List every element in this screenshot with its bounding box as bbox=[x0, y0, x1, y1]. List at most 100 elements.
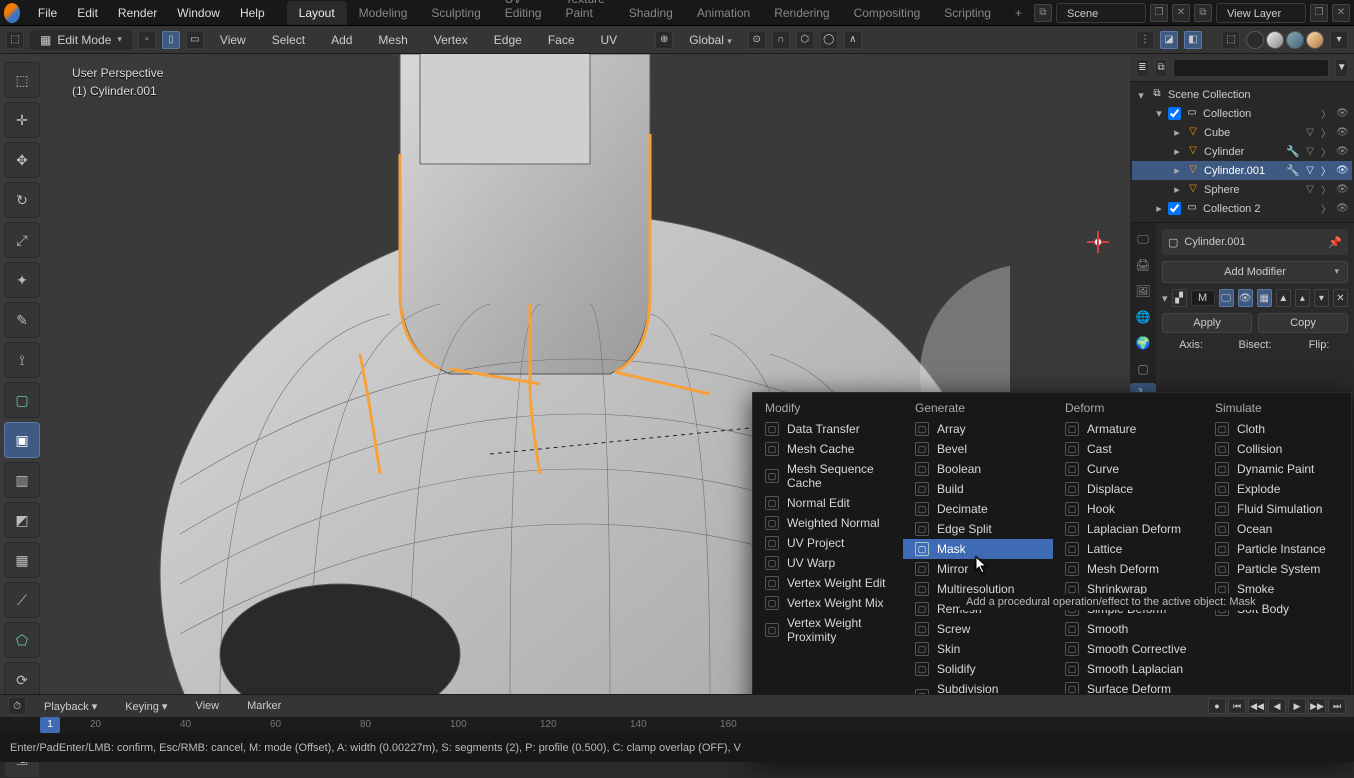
copy-button[interactable]: Copy bbox=[1258, 313, 1348, 333]
workspace-tab-uv-editing[interactable]: UV Editing bbox=[493, 0, 554, 25]
modifier-data-transfer[interactable]: ▢Data Transfer bbox=[753, 419, 903, 439]
view-menu[interactable]: View bbox=[210, 29, 256, 51]
mod-show-render[interactable]: 🖵 bbox=[1219, 289, 1234, 307]
browse-scene-icon[interactable]: ⧉ bbox=[1034, 4, 1052, 22]
editor-type-icon[interactable]: ⬚ bbox=[6, 31, 24, 49]
timeline-cursor[interactable]: 1 bbox=[40, 717, 60, 733]
tool-annotate[interactable]: ✎ bbox=[4, 302, 40, 338]
timeline-type-icon[interactable]: ⏱ bbox=[8, 697, 26, 715]
ptab-output[interactable]: 🖨 bbox=[1130, 253, 1156, 277]
workspace-tab-rendering[interactable]: Rendering bbox=[762, 1, 841, 25]
modifier-mesh-sequence-cache[interactable]: ▢Mesh Sequence Cache bbox=[753, 459, 903, 493]
pivot-icon[interactable]: ⊙ bbox=[748, 31, 766, 49]
modifier-fluid-simulation[interactable]: ▢Fluid Simulation bbox=[1203, 499, 1353, 519]
viewlayer-field[interactable]: View Layer bbox=[1216, 3, 1306, 23]
mesh-menu[interactable]: Mesh bbox=[368, 29, 417, 51]
menu-edit[interactable]: Edit bbox=[67, 2, 108, 24]
timeline-ruler[interactable]: 1 20406080100120140160 bbox=[0, 717, 1354, 735]
edge-menu[interactable]: Edge bbox=[484, 29, 532, 51]
mod-show-edit[interactable]: ▦ bbox=[1257, 289, 1272, 307]
ptab-render[interactable]: 🖵 bbox=[1130, 227, 1156, 251]
orientation-dd[interactable]: Global ▾ bbox=[679, 29, 742, 51]
mod-move-up[interactable]: ▴ bbox=[1295, 289, 1310, 307]
mod-move-down[interactable]: ▾ bbox=[1314, 289, 1329, 307]
menu-render[interactable]: Render bbox=[108, 2, 167, 24]
modifier-mesh-deform[interactable]: ▢Mesh Deform bbox=[1053, 559, 1203, 579]
outliner-filter-icon[interactable]: ▼ bbox=[1335, 59, 1348, 77]
modifier-laplacian-deform[interactable]: ▢Laplacian Deform bbox=[1053, 519, 1203, 539]
tool-transform[interactable]: ✦ bbox=[4, 262, 40, 298]
outliner-collection-2[interactable]: ▸▭Collection 2〉👁 bbox=[1132, 199, 1352, 218]
tool-knife[interactable]: ⟋ bbox=[4, 582, 40, 618]
mod-show-cage[interactable]: ▲ bbox=[1276, 289, 1291, 307]
modifier-screw[interactable]: ▢Screw bbox=[903, 619, 1053, 639]
modifier-boolean[interactable]: ▢Boolean bbox=[903, 459, 1053, 479]
face-select-icon[interactable]: ▭ bbox=[186, 31, 204, 49]
modifier-explode[interactable]: ▢Explode bbox=[1203, 479, 1353, 499]
workspace-tab-modeling[interactable]: Modeling bbox=[347, 1, 420, 25]
new-layer-icon[interactable]: ❐ bbox=[1310, 4, 1328, 22]
modifier-decimate[interactable]: ▢Decimate bbox=[903, 499, 1053, 519]
workspace-tab-compositing[interactable]: Compositing bbox=[842, 1, 933, 25]
modifier-cast[interactable]: ▢Cast bbox=[1053, 439, 1203, 459]
add-menu[interactable]: Add bbox=[321, 29, 362, 51]
matprev-mode[interactable] bbox=[1286, 31, 1304, 49]
modifier-edge-split[interactable]: ▢Edge Split bbox=[903, 519, 1053, 539]
modifier-smooth-corrective[interactable]: ▢Smooth Corrective bbox=[1053, 639, 1203, 659]
modifier-mask[interactable]: ▢Mask bbox=[903, 539, 1053, 559]
select-menu[interactable]: Select bbox=[262, 29, 315, 51]
wireframe-mode[interactable] bbox=[1246, 31, 1264, 49]
modifier-bevel[interactable]: ▢Bevel bbox=[903, 439, 1053, 459]
proportional-type-icon[interactable]: ∧ bbox=[844, 31, 862, 49]
expand-icon[interactable]: ▾ bbox=[1162, 292, 1168, 305]
modifier-mirror[interactable]: ▢Mirror bbox=[903, 559, 1053, 579]
modifier-weighted-normal[interactable]: ▢Weighted Normal bbox=[753, 513, 903, 533]
workspace-tab-layout[interactable]: Layout bbox=[287, 1, 347, 25]
xray-icon[interactable]: ◧ bbox=[1184, 31, 1202, 49]
tool-add-cube[interactable]: ▢ bbox=[4, 382, 40, 418]
play[interactable]: ▶ bbox=[1288, 698, 1306, 714]
outliner-item-cylinder-001[interactable]: ▸▽Cylinder.001🔧▽〉👁 bbox=[1132, 161, 1352, 180]
menu-window[interactable]: Window bbox=[167, 2, 230, 24]
modifier-normal-edit[interactable]: ▢Normal Edit bbox=[753, 493, 903, 513]
keying-menu[interactable]: Keying ▾ bbox=[115, 696, 177, 717]
play-rev[interactable]: ◀ bbox=[1268, 698, 1286, 714]
tool-loopcut[interactable]: ▦ bbox=[4, 542, 40, 578]
add-workspace[interactable]: + bbox=[1003, 1, 1034, 25]
modifier-vertex-weight-edit[interactable]: ▢Vertex Weight Edit bbox=[753, 573, 903, 593]
modifier-name-field[interactable]: M bbox=[1191, 290, 1215, 306]
mod-delete[interactable]: ✕ bbox=[1333, 289, 1348, 307]
modifier-uv-project[interactable]: ▢UV Project bbox=[753, 533, 903, 553]
overlays-icon[interactable]: ◪ bbox=[1160, 31, 1178, 49]
modifier-hook[interactable]: ▢Hook bbox=[1053, 499, 1203, 519]
snap-type-icon[interactable]: ⬡ bbox=[796, 31, 814, 49]
tool-select-box[interactable]: ⬚ bbox=[4, 62, 40, 98]
modifier-particle-instance[interactable]: ▢Particle Instance bbox=[1203, 539, 1353, 559]
solid-mode[interactable] bbox=[1266, 31, 1284, 49]
modifier-mesh-cache[interactable]: ▢Mesh Cache bbox=[753, 439, 903, 459]
workspace-tab-texture-paint[interactable]: Texture Paint bbox=[553, 0, 616, 25]
outliner-type-icon[interactable]: ≣ bbox=[1136, 59, 1149, 77]
workspace-tab-shading[interactable]: Shading bbox=[617, 1, 685, 25]
modifier-uv-warp[interactable]: ▢UV Warp bbox=[753, 553, 903, 573]
modifier-curve[interactable]: ▢Curve bbox=[1053, 459, 1203, 479]
show-gizmo-icon[interactable]: ⬚ bbox=[1222, 31, 1240, 49]
apply-button[interactable]: Apply bbox=[1162, 313, 1252, 333]
jump-start[interactable]: ⏮ bbox=[1228, 698, 1246, 714]
outliner-search[interactable] bbox=[1173, 59, 1329, 77]
modifier-build[interactable]: ▢Build bbox=[903, 479, 1053, 499]
modifier-lattice[interactable]: ▢Lattice bbox=[1053, 539, 1203, 559]
ptab-viewlayer[interactable]: 🖼 bbox=[1130, 279, 1156, 303]
menu-file[interactable]: File bbox=[28, 2, 67, 24]
modifier-particle-system[interactable]: ▢Particle System bbox=[1203, 559, 1353, 579]
tool-inset[interactable]: ▥ bbox=[4, 462, 40, 498]
tool-extrude[interactable]: ▣ bbox=[4, 422, 40, 458]
modifier-cloth[interactable]: ▢Cloth bbox=[1203, 419, 1353, 439]
snap-icon[interactable]: ∩ bbox=[772, 31, 790, 49]
menu-help[interactable]: Help bbox=[230, 2, 275, 24]
outliner-item-sphere[interactable]: ▸▽Sphere▽〉👁 bbox=[1132, 180, 1352, 199]
shading-options-icon[interactable]: ▾ bbox=[1330, 31, 1348, 49]
ptab-object[interactable]: ▢ bbox=[1130, 357, 1156, 381]
keyframe-prev[interactable]: ◀◀ bbox=[1248, 698, 1266, 714]
vert-select-icon[interactable]: ▫ bbox=[138, 31, 156, 49]
